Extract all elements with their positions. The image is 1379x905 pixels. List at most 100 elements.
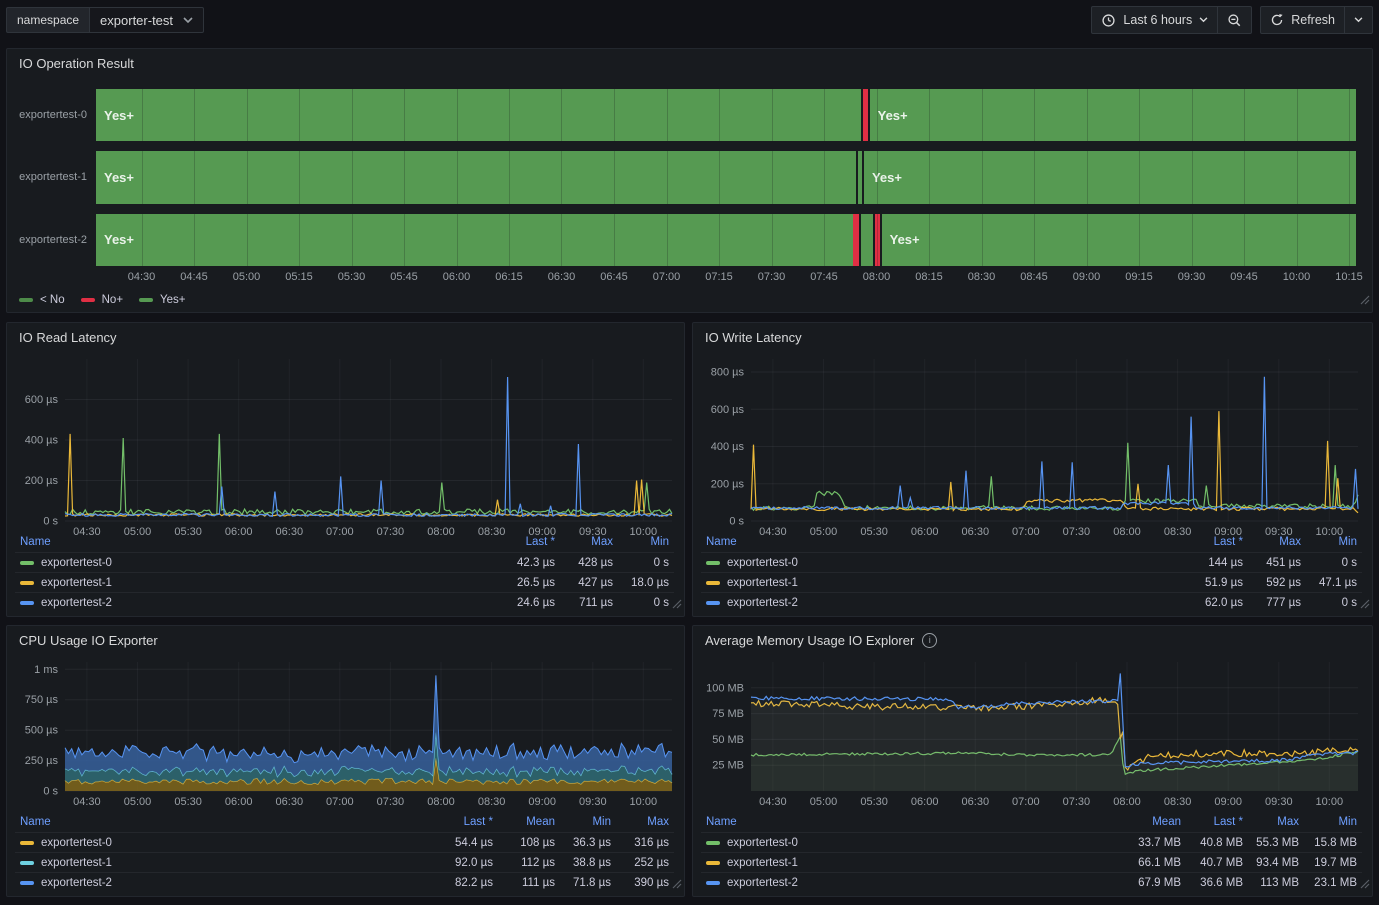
memory-usage-chart[interactable]: 25 MB50 MB75 MB100 MB04:3005:0005:3006:0… bbox=[701, 656, 1364, 809]
cpu-usage-chart[interactable]: 0 s250 µs500 µs750 µs1 ms04:3005:0005:30… bbox=[15, 656, 678, 809]
legend-header[interactable]: Min bbox=[555, 816, 611, 828]
time-axis-label: 09:30 bbox=[1178, 271, 1206, 283]
time-axis-label: 08:00 bbox=[863, 271, 891, 283]
legend-header[interactable]: Mean bbox=[493, 816, 555, 828]
legend-header[interactable]: Last * bbox=[419, 816, 493, 828]
legend-header[interactable]: Last * bbox=[1181, 816, 1243, 828]
legend-value: 54.4 µs bbox=[419, 837, 493, 849]
panel-title[interactable]: IO Write Latency bbox=[705, 330, 802, 345]
panel-title[interactable]: Average Memory Usage IO Explorer i bbox=[705, 633, 937, 648]
time-axis-label: 07:30 bbox=[758, 271, 786, 283]
time-axis-label: 08:15 bbox=[915, 271, 943, 283]
timeline-segment[interactable] bbox=[863, 89, 868, 141]
legend-header[interactable]: Mean bbox=[1107, 816, 1181, 828]
timeline-track[interactable]: Yes+ Yes+ bbox=[96, 214, 1356, 266]
panel-title[interactable]: IO Read Latency bbox=[19, 330, 117, 345]
timeline-segment[interactable]: Yes+ bbox=[870, 89, 1356, 141]
legend-row[interactable]: exportertest-0 42.3 µs 428 µs 0 s bbox=[15, 552, 674, 572]
gridline bbox=[929, 89, 930, 141]
legend-item[interactable]: No+ bbox=[81, 294, 123, 306]
gridline bbox=[457, 89, 458, 141]
panel-resize-handle[interactable] bbox=[672, 876, 682, 894]
legend-header[interactable]: Max bbox=[611, 816, 669, 828]
svg-text:100 MB: 100 MB bbox=[706, 682, 744, 694]
legend-row[interactable]: exportertest-2 67.9 MB 36.6 MB 113 MB 23… bbox=[701, 872, 1362, 892]
timeline-track[interactable]: Yes+Yes+ bbox=[96, 151, 1356, 203]
legend-row[interactable]: exportertest-2 82.2 µs 111 µs 71.8 µs 39… bbox=[15, 872, 674, 892]
gridline bbox=[299, 151, 300, 203]
time-axis-label: 04:30 bbox=[128, 271, 156, 283]
time-axis-label: 07:15 bbox=[705, 271, 733, 283]
legend-row[interactable]: exportertest-1 66.1 MB 40.7 MB 93.4 MB 1… bbox=[701, 852, 1362, 872]
svg-text:09:00: 09:00 bbox=[528, 796, 556, 808]
time-range-button[interactable]: Last 6 hours bbox=[1092, 7, 1218, 33]
gridline bbox=[877, 151, 878, 203]
timeline-track[interactable]: Yes+Yes+ bbox=[96, 89, 1356, 141]
series-swatch bbox=[20, 581, 34, 585]
legend-table: Name Mean Last * Max Min exportertest-0 … bbox=[701, 812, 1362, 892]
legend-header[interactable]: Max bbox=[1243, 536, 1301, 548]
legend-value: 427 µs bbox=[555, 577, 613, 589]
write-latency-chart[interactable]: 0 s200 µs400 µs600 µs800 µs04:3005:0005:… bbox=[701, 353, 1364, 539]
timeline-segment[interactable] bbox=[861, 214, 874, 266]
legend-row[interactable]: exportertest-1 51.9 µs 592 µs 47.1 µs bbox=[701, 572, 1362, 592]
refresh-interval-button[interactable] bbox=[1345, 7, 1372, 33]
clock-icon bbox=[1101, 13, 1116, 28]
legend-item[interactable]: Yes+ bbox=[139, 294, 185, 306]
timeline-row-label: exportertest-0 bbox=[19, 89, 96, 141]
legend-row[interactable]: exportertest-2 62.0 µs 777 µs 0 s bbox=[701, 592, 1362, 612]
gridline bbox=[1244, 214, 1245, 266]
namespace-select[interactable]: exporter-test bbox=[89, 7, 204, 33]
info-icon[interactable]: i bbox=[922, 633, 937, 648]
legend-header[interactable]: Max bbox=[555, 536, 613, 548]
legend-row[interactable]: exportertest-0 54.4 µs 108 µs 36.3 µs 31… bbox=[15, 832, 674, 852]
series-swatch bbox=[706, 581, 720, 585]
legend-header[interactable]: Name bbox=[706, 816, 1107, 828]
legend-row[interactable]: exportertest-0 33.7 MB 40.8 MB 55.3 MB 1… bbox=[701, 832, 1362, 852]
panel-resize-handle[interactable] bbox=[672, 596, 682, 614]
legend-value: 40.7 MB bbox=[1181, 857, 1243, 869]
timeline-segment[interactable]: Yes+ bbox=[882, 214, 1356, 266]
svg-text:750 µs: 750 µs bbox=[25, 694, 59, 706]
time-controls: Last 6 hours bbox=[1091, 6, 1252, 34]
legend-header[interactable]: Last * bbox=[1163, 536, 1243, 548]
timeline-segment[interactable] bbox=[858, 151, 862, 203]
panel-resize-handle[interactable] bbox=[1360, 876, 1370, 894]
gridline bbox=[142, 151, 143, 203]
panel-resize-handle[interactable] bbox=[1360, 292, 1370, 310]
timeline-segment[interactable]: Yes+ bbox=[96, 89, 861, 141]
legend-row[interactable]: exportertest-1 92.0 µs 112 µs 38.8 µs 25… bbox=[15, 852, 674, 872]
timeline-segment[interactable]: Yes+ bbox=[864, 151, 1356, 203]
panel-title[interactable]: IO Operation Result bbox=[19, 56, 134, 71]
legend-header[interactable]: Min bbox=[1301, 536, 1357, 548]
legend-header[interactable]: Name bbox=[706, 536, 1163, 548]
gridline bbox=[509, 214, 510, 266]
panel-resize-handle[interactable] bbox=[1360, 596, 1370, 614]
legend-header[interactable]: Max bbox=[1243, 816, 1299, 828]
legend-header[interactable]: Last * bbox=[475, 536, 555, 548]
legend-header[interactable]: Min bbox=[1299, 816, 1357, 828]
legend-header[interactable]: Min bbox=[613, 536, 669, 548]
panel-title[interactable]: CPU Usage IO Exporter bbox=[19, 633, 158, 648]
legend-header[interactable]: Name bbox=[20, 816, 419, 828]
read-latency-chart[interactable]: 0 s200 µs400 µs600 µs04:3005:0005:3006:0… bbox=[15, 353, 678, 539]
legend-item[interactable]: < No bbox=[19, 294, 65, 306]
zoom-out-button[interactable] bbox=[1218, 7, 1251, 33]
time-axis-label: 05:45 bbox=[390, 271, 418, 283]
legend-header[interactable]: Name bbox=[20, 536, 475, 548]
svg-text:600 µs: 600 µs bbox=[25, 394, 59, 406]
legend-row[interactable]: exportertest-0 144 µs 451 µs 0 s bbox=[701, 552, 1362, 572]
timeline-segment[interactable] bbox=[853, 214, 859, 266]
timeline-segment[interactable]: Yes+ bbox=[96, 151, 856, 203]
gridline bbox=[1349, 151, 1350, 203]
gridline bbox=[142, 89, 143, 141]
chevron-down-icon bbox=[183, 17, 193, 24]
timeline-segment[interactable]: Yes+ bbox=[96, 214, 853, 266]
series-swatch bbox=[139, 298, 153, 302]
panel-memory-usage: Average Memory Usage IO Explorer i 25 MB… bbox=[692, 625, 1373, 897]
gridline bbox=[982, 89, 983, 141]
svg-text:200 µs: 200 µs bbox=[25, 475, 59, 487]
refresh-button[interactable]: Refresh bbox=[1261, 7, 1345, 33]
legend-row[interactable]: exportertest-2 24.6 µs 711 µs 0 s bbox=[15, 592, 674, 612]
legend-row[interactable]: exportertest-1 26.5 µs 427 µs 18.0 µs bbox=[15, 572, 674, 592]
